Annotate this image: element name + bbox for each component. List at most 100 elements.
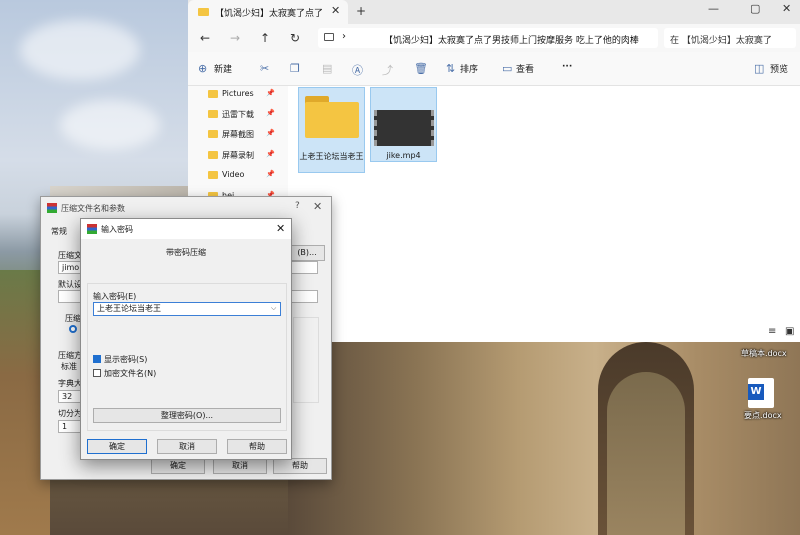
nav-item-screenshots[interactable]: 屏幕截图 📌	[208, 126, 288, 144]
delete-icon[interactable]: 🗑	[414, 62, 428, 75]
computer-icon	[324, 33, 334, 41]
cloud	[20, 20, 140, 80]
new-plus-icon: ⊕	[198, 62, 208, 75]
search-input[interactable]: 在 【饥渴少妇】太寂寞了	[664, 28, 796, 48]
winrar-logo-icon	[47, 203, 57, 213]
address-path: 【饥渴少妇】太寂寞了点了男技师上门按摩服务 吃上了他的肉棒	[384, 36, 639, 46]
up-arrow-icon[interactable]: ↑	[260, 31, 270, 45]
preview-pane-icon: ◫	[754, 62, 765, 75]
compression-method-label: 压缩方	[58, 351, 82, 360]
new-button[interactable]: 新建	[214, 62, 232, 75]
help-icon[interactable]: ?	[295, 201, 300, 211]
tab-general[interactable]: 常规	[51, 226, 67, 237]
encrypt-filenames-checkbox[interactable]	[93, 369, 101, 377]
chevron-down-icon[interactable]: ⌵	[271, 304, 276, 313]
nav-item-label: Pictures	[222, 89, 254, 98]
show-password-label: 显示密码(S)	[104, 355, 148, 364]
nav-item-recordings[interactable]: 屏幕录制 📌	[208, 147, 288, 165]
refresh-icon[interactable]: ↻	[290, 31, 300, 45]
dialog-heading: 带密码压缩	[166, 248, 206, 257]
default-profile-label: 默认设	[58, 280, 82, 289]
password-ok-button[interactable]: 确定	[87, 439, 147, 454]
close-icon[interactable]: ✕	[276, 222, 285, 235]
search-placeholder: 在 【饥渴少妇】太寂寞了	[670, 36, 772, 46]
tiles-view-icon[interactable]: ▣	[785, 326, 794, 337]
file-name: 上老王论坛当老王	[299, 152, 364, 161]
cloud	[60, 100, 160, 150]
folder-icon	[208, 90, 218, 98]
file-item-video[interactable]: jike.mp4	[370, 87, 437, 162]
sort-icon: ⇅	[446, 62, 456, 75]
split-volume-label: 切分为	[58, 409, 82, 418]
show-password-checkbox[interactable]	[93, 355, 101, 363]
wallpaper-cliff-right	[288, 340, 800, 535]
tab-close-icon[interactable]: ✕	[331, 4, 340, 17]
archive-name-label: 压缩文	[58, 251, 82, 260]
folder-large-icon	[305, 102, 359, 138]
password-input[interactable]: 上老王论坛当老王	[93, 302, 281, 316]
dialog-title: 压缩文件名和参数	[61, 204, 125, 213]
organize-passwords-button[interactable]: 整理密码(O)...	[93, 408, 281, 423]
options-group	[293, 317, 319, 403]
file-list-area: 上老王论坛当老王 jike.mp4 ≡ ▣	[288, 86, 800, 342]
folder-icon	[208, 110, 218, 118]
nav-item-label: 迅雷下载	[222, 110, 254, 119]
title-bar: 【饥渴少妇】太寂寞了点了男技 ✕ + — ▢ ✕	[188, 0, 800, 24]
video-thumbnail-icon	[374, 110, 434, 146]
preview-button[interactable]: 预览	[770, 62, 788, 75]
close-window-button[interactable]: ✕	[782, 2, 791, 15]
password-help-button[interactable]: 帮助	[227, 439, 287, 454]
share-icon[interactable]: ⤴	[382, 62, 393, 78]
dictionary-size-label: 字典大	[58, 379, 82, 388]
nav-item-pictures[interactable]: Pictures 📌	[208, 86, 288, 104]
back-arrow-icon[interactable]: ←	[200, 31, 210, 45]
archive-cancel-button[interactable]: 取消	[213, 458, 267, 474]
encrypt-filenames-label: 加密文件名(N)	[104, 369, 157, 378]
dictionary-size-select[interactable]: 32	[58, 390, 82, 403]
folder-icon	[208, 151, 218, 159]
minimize-button[interactable]: —	[708, 2, 719, 15]
split-volume-field[interactable]: 1	[58, 420, 82, 433]
wallpaper-bridge-inner	[607, 372, 685, 535]
new-tab-button[interactable]: +	[356, 4, 366, 18]
word-document-icon[interactable]: W	[748, 378, 774, 408]
browse-button[interactable]: (B)...	[289, 245, 325, 261]
folder-icon	[198, 8, 209, 16]
pin-icon: 📌	[266, 129, 275, 137]
format-radio[interactable]	[69, 325, 77, 333]
chevron-right-icon[interactable]: ›	[342, 31, 346, 42]
explorer-tab[interactable]: 【饥渴少妇】太寂寞了点了男技 ✕	[188, 0, 348, 24]
winrar-logo-icon	[87, 224, 97, 234]
archive-ok-button[interactable]: 确定	[151, 458, 205, 474]
close-icon[interactable]: ✕	[313, 200, 322, 213]
archive-help-button[interactable]: 帮助	[273, 458, 327, 474]
command-bar: ⊕ 新建 ✂ ❐ ▤ Ⓐ ⤴ 🗑 ⇅ 排序 ▭ 查看 ··· ◫ 预览	[188, 52, 800, 86]
pin-icon: 📌	[266, 89, 275, 97]
view-button[interactable]: 查看	[516, 62, 534, 75]
paste-icon[interactable]: ▤	[322, 62, 332, 75]
pin-icon: 📌	[266, 170, 275, 178]
password-dialog: 输入密码 ✕ 带密码压缩 输入密码(E) 上老王论坛当老王 ⌵ 显示密码(S) …	[80, 218, 292, 460]
details-view-icon[interactable]: ≡	[768, 326, 776, 337]
sort-button[interactable]: 排序	[460, 62, 478, 75]
nav-item-xunlei[interactable]: 迅雷下载 📌	[208, 106, 288, 124]
nav-item-label: 屏幕录制	[222, 151, 254, 160]
nav-item-label: Video	[222, 170, 245, 179]
maximize-button[interactable]: ▢	[750, 2, 760, 15]
pin-icon: 📌	[266, 109, 275, 117]
dialog-title: 输入密码	[101, 225, 133, 234]
file-item-folder[interactable]: 上老王论坛当老王	[298, 87, 365, 173]
compression-method-select[interactable]: 标准	[58, 361, 82, 374]
forward-arrow-icon[interactable]: →	[230, 31, 240, 45]
desktop-doc1-label[interactable]: 草稿本.docx	[741, 348, 787, 359]
password-cancel-button[interactable]: 取消	[157, 439, 217, 454]
rename-icon[interactable]: Ⓐ	[352, 62, 363, 78]
copy-icon[interactable]: ❐	[290, 62, 300, 75]
more-options-button[interactable]: ···	[562, 62, 572, 72]
address-field[interactable]: › 【饥渴少妇】太寂寞了点了男技师上门按摩服务 吃上了他的肉棒	[318, 28, 658, 48]
nav-item-video[interactable]: Video 📌	[208, 167, 288, 185]
cut-icon[interactable]: ✂	[260, 62, 269, 75]
desktop-doc2-label[interactable]: 要点.docx	[744, 410, 782, 421]
pin-icon: 📌	[266, 150, 275, 158]
dialog-title-bar: 输入密码 ✕	[81, 219, 291, 239]
